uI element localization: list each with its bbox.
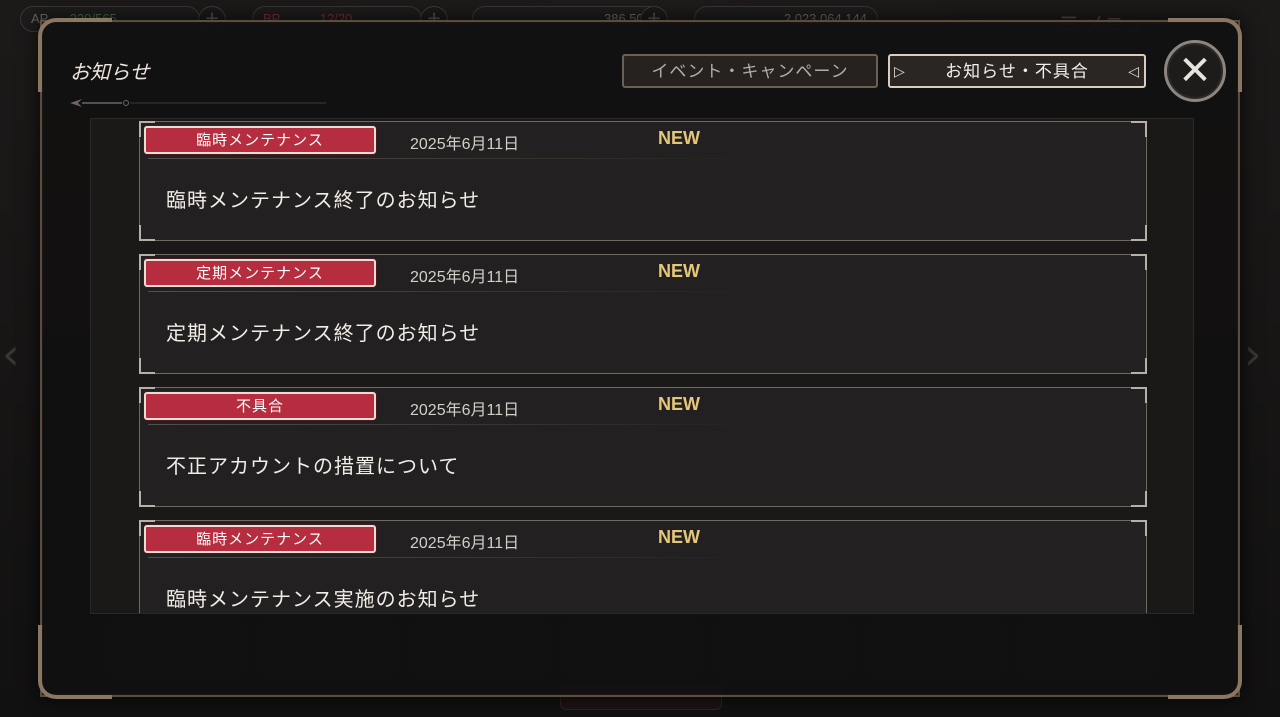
notice-date: 2025年6月11日 [410,402,520,419]
notice-category-badge: 臨時メンテナンス [144,525,376,553]
item-corner-icon [1131,491,1147,507]
left-nav-arrow-icon: ‹ [2,329,20,380]
right-nav-arrow-icon: › [1244,329,1262,380]
notice-category-badge: 定期メンテナンス [144,259,376,287]
notice-item[interactable]: 不具合 2025年6月11日 NEW 不正アカウントの措置について [139,387,1147,507]
notice-category-badge: 臨時メンテナンス [144,126,376,154]
new-badge: NEW [658,394,700,414]
item-corner-icon [139,491,155,507]
notice-date: 2025年6月11日 [410,269,520,286]
tab-events-campaigns[interactable]: イベント・キャンペーン [622,54,878,88]
tab-notices-bugs-label: お知らせ・不具合 [945,62,1089,82]
close-icon: ✕ [1178,48,1212,94]
item-corner-icon [1131,254,1147,270]
chevron-right-icon: ▷ [894,64,906,80]
notice-date: 2025年6月11日 [410,136,520,153]
item-corner-icon [1131,225,1147,241]
notice-divider [148,291,768,292]
item-corner-icon [139,358,155,374]
title-flourish-icon [70,99,326,107]
ornate-corner-icon [38,625,112,699]
notice-divider [148,158,768,159]
item-corner-icon [1131,121,1147,137]
item-corner-icon [1131,520,1147,536]
notice-item[interactable]: 定期メンテナンス 2025年6月11日 NEW 定期メンテナンス終了のお知らせ [139,254,1147,374]
notice-item[interactable]: 臨時メンテナンス 2025年6月11日 NEW 臨時メンテナンス実施のお知らせ [139,520,1147,613]
tab-events-campaigns-label: イベント・キャンペーン [651,62,849,82]
notice-category-badge: 不具合 [144,392,376,420]
item-corner-icon [139,225,155,241]
notice-divider [148,424,768,425]
notice-title: 定期メンテナンス終了のお知らせ [166,321,481,345]
chevron-left-icon: ◁ [1128,64,1140,80]
item-corner-icon [1131,358,1147,374]
notice-title: 臨時メンテナンス終了のお知らせ [166,188,481,212]
dialog-title: お知らせ [70,60,150,84]
notice-title: 不正アカウントの措置について [166,454,460,478]
notice-title: 臨時メンテナンス実施のお知らせ [166,587,481,611]
item-corner-icon [1131,387,1147,403]
close-button[interactable]: ✕ [1164,40,1226,102]
notice-dialog: お知らせ イベント・キャンペーン ▷ お知らせ・不具合 ◁ ✕ 臨時メンテナンス… [38,18,1242,699]
tab-notices-bugs[interactable]: ▷ お知らせ・不具合 ◁ [888,54,1146,88]
notice-date: 2025年6月11日 [410,535,520,552]
notice-item[interactable]: 臨時メンテナンス 2025年6月11日 NEW 臨時メンテナンス終了のお知らせ [139,121,1147,241]
new-badge: NEW [658,261,700,281]
new-badge: NEW [658,527,700,547]
ornate-corner-icon [1168,625,1242,699]
notice-list[interactable]: 臨時メンテナンス 2025年6月11日 NEW 臨時メンテナンス終了のお知らせ … [90,118,1194,614]
new-badge: NEW [658,128,700,148]
notice-divider [148,557,768,558]
